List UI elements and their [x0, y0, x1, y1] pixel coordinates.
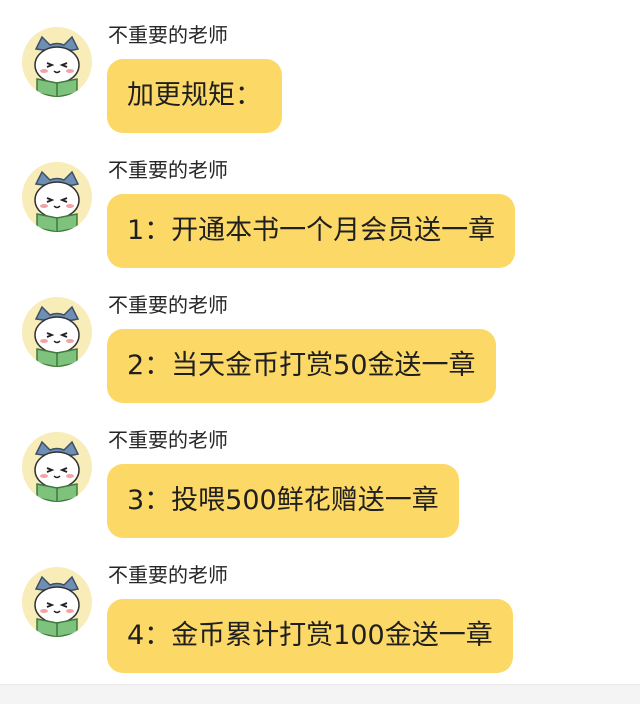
sender-name: 不重要的老师	[108, 158, 228, 182]
input-bar-edge	[0, 684, 640, 704]
sender-name: 不重要的老师	[108, 23, 228, 47]
message-bubble[interactable]: 4：金币累计打赏100金送一章	[107, 599, 513, 673]
avatar[interactable]	[22, 27, 92, 97]
chat-message: 不重要的老师 加更规矩：	[0, 0, 640, 135]
chat-message-list: 不重要的老师 加更规矩： 不重要的老师 1：开通本书一个月会员送一章 不重要的老…	[0, 0, 640, 703]
cat-reading-icon	[34, 305, 80, 367]
message-bubble[interactable]: 1：开通本书一个月会员送一章	[107, 194, 516, 268]
sender-name: 不重要的老师	[108, 563, 228, 587]
avatar[interactable]	[22, 162, 92, 232]
sender-name: 不重要的老师	[108, 293, 228, 317]
avatar[interactable]	[22, 297, 92, 367]
message-bubble[interactable]: 加更规矩：	[107, 59, 282, 133]
cat-reading-icon	[34, 575, 80, 637]
cat-reading-icon	[34, 35, 80, 97]
cat-reading-icon	[34, 170, 80, 232]
message-bubble[interactable]: 2：当天金币打赏50金送一章	[107, 329, 496, 403]
chat-message: 不重要的老师 2：当天金币打赏50金送一章	[0, 270, 640, 405]
cat-reading-icon	[34, 440, 80, 502]
chat-message: 不重要的老师 3：投喂500鲜花赠送一章	[0, 405, 640, 540]
chat-message: 不重要的老师 4：金币累计打赏100金送一章	[0, 540, 640, 675]
chat-message: 不重要的老师 1：开通本书一个月会员送一章	[0, 135, 640, 270]
avatar[interactable]	[22, 567, 92, 637]
avatar[interactable]	[22, 432, 92, 502]
sender-name: 不重要的老师	[108, 428, 228, 452]
message-bubble[interactable]: 3：投喂500鲜花赠送一章	[107, 464, 459, 538]
